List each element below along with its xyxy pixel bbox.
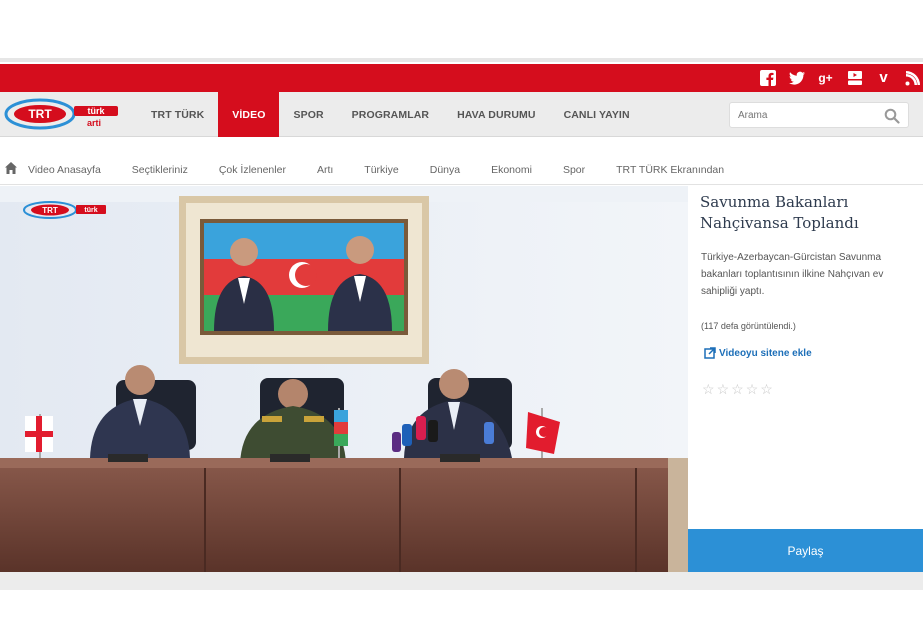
star-icon[interactable]: ☆ <box>760 382 773 396</box>
nav-items: TRT TÜRK VİDEO SPOR PROGRAMLAR HAVA DURU… <box>137 92 644 137</box>
svg-text:TRT: TRT <box>28 107 52 121</box>
star-icon[interactable]: ☆ <box>746 382 759 396</box>
twitter-icon[interactable] <box>788 69 805 86</box>
subnav-items: Video Anasayfa Seçtikleriniz Çok İzlenen… <box>28 154 755 185</box>
youtube-icon[interactable] <box>846 69 863 86</box>
external-link-icon <box>704 347 716 359</box>
star-rating: ☆ ☆ ☆ ☆ ☆ <box>702 382 773 396</box>
star-icon[interactable]: ☆ <box>731 382 744 396</box>
video-frame-image <box>0 186 688 572</box>
star-icon[interactable]: ☆ <box>717 382 730 396</box>
footer-strip <box>0 572 923 590</box>
svg-text:arti: arti <box>87 118 101 128</box>
video-info-panel: Savunma Bakanları Nahçivansa Toplandı Tü… <box>688 186 923 572</box>
bottom-space <box>0 590 923 630</box>
view-count: (117 defa görüntülendi.) <box>701 321 796 331</box>
google-plus-icon[interactable]: g+ <box>817 69 834 86</box>
subnav-item-dunya[interactable]: Dünya <box>430 154 460 185</box>
nav-item-trt-turk[interactable]: TRT TÜRK <box>137 92 218 137</box>
nav-item-video[interactable]: VİDEO <box>218 92 280 137</box>
nav-item-spor[interactable]: SPOR <box>279 92 337 137</box>
channel-watermark-logo: TRT türk <box>23 201 106 219</box>
nav-item-hava-durumu[interactable]: HAVA DURUMU <box>443 92 549 137</box>
top-divider <box>0 58 923 62</box>
subnav-item-spor[interactable]: Spor <box>563 154 585 185</box>
subnav-item-video-anasayfa[interactable]: Video Anasayfa <box>28 154 101 185</box>
home-icon[interactable] <box>4 161 18 175</box>
subnav-item-sectikleriniz[interactable]: Seçtikleriniz <box>132 154 188 185</box>
svg-text:türk: türk <box>84 207 97 214</box>
share-button[interactable]: Paylaş <box>688 529 923 572</box>
browser-top-space <box>0 0 923 58</box>
svg-text:türk: türk <box>87 106 105 116</box>
subnav-item-ekonomi[interactable]: Ekonomi <box>491 154 532 185</box>
facebook-icon[interactable] <box>759 69 776 86</box>
search-input[interactable] <box>730 103 870 127</box>
nav-item-canli-yayin[interactable]: CANLI YAYIN <box>550 92 644 137</box>
subnav-item-arti[interactable]: Artı <box>317 154 333 185</box>
embed-video-label: Videoyu sitene ekle <box>719 347 812 359</box>
trt-turk-logo[interactable]: TRT türk arti <box>2 94 122 134</box>
video-description: Türkiye-Azerbaycan-Gürcistan Savunma bak… <box>701 252 884 297</box>
search-box <box>729 102 909 128</box>
social-icons: g+ v <box>759 69 921 86</box>
vimeo-icon[interactable]: v <box>875 69 892 86</box>
nav-item-programlar[interactable]: PROGRAMLAR <box>338 92 443 137</box>
page: g+ v TRT türk arti TRT TÜRK VİDEO SPOR P… <box>0 0 923 630</box>
rss-icon[interactable] <box>904 69 921 86</box>
video-title: Savunma Bakanları Nahçivansa Toplandı <box>700 193 859 232</box>
subnav-item-cok-izlenenler[interactable]: Çok İzlenenler <box>219 154 286 185</box>
subnav-item-turkiye[interactable]: Türkiye <box>364 154 398 185</box>
star-icon[interactable]: ☆ <box>702 382 715 396</box>
subnav-item-trt-turk-ekranindan[interactable]: TRT TÜRK Ekranından <box>616 154 724 185</box>
embed-video-link[interactable]: Videoyu sitene ekle <box>704 347 812 359</box>
sub-nav: Video Anasayfa Seçtikleriniz Çok İzlenen… <box>0 154 923 185</box>
video-player[interactable]: TRT türk <box>0 186 688 572</box>
svg-text:TRT: TRT <box>42 206 58 215</box>
search-icon[interactable] <box>884 108 900 124</box>
main-nav: TRT türk arti TRT TÜRK VİDEO SPOR PROGRA… <box>0 92 923 137</box>
social-bar: g+ v <box>0 64 923 92</box>
